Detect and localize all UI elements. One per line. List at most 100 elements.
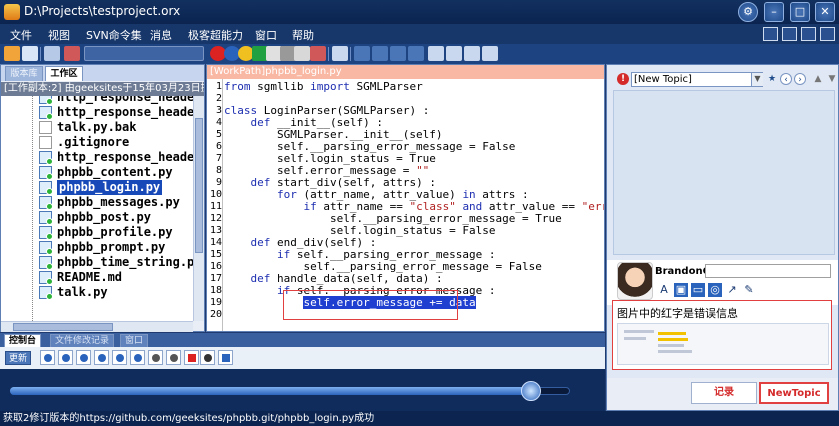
line-number: 15 xyxy=(209,249,222,260)
tree-item[interactable]: phpbb_content.py xyxy=(1,165,193,180)
line-number: 14 xyxy=(209,237,222,248)
zoom-in-icon[interactable] xyxy=(148,350,163,365)
tree-vscroll[interactable] xyxy=(193,96,204,321)
network-icon[interactable] xyxy=(130,350,145,365)
layout-icon[interactable] xyxy=(801,27,816,41)
settings-icon[interactable] xyxy=(482,46,498,61)
menu-file[interactable]: 文件 xyxy=(10,27,32,43)
compose-box[interactable]: 图片中的红字是错误信息 xyxy=(612,300,832,370)
tree-item[interactable]: README.md xyxy=(1,270,193,285)
flag-icon[interactable] xyxy=(184,350,199,365)
tab-file-history[interactable]: 文件修改记录 xyxy=(50,334,115,347)
tree-item[interactable]: talk.py xyxy=(1,285,193,300)
window-icon[interactable] xyxy=(44,46,60,61)
scroll-thumb[interactable] xyxy=(195,118,203,253)
file-name: talk.py xyxy=(57,285,108,299)
update-button[interactable]: 更新 xyxy=(5,351,31,365)
screenshot-icon[interactable]: ◎ xyxy=(708,283,722,297)
app-icon xyxy=(4,4,20,20)
tree-item[interactable]: http_response_header_ xyxy=(1,105,193,120)
file-icon xyxy=(39,241,53,255)
bottom-arrow-icon[interactable] xyxy=(408,46,424,61)
back-icon[interactable]: ‹ xyxy=(780,73,792,85)
tab-workspace[interactable]: 工作区 xyxy=(45,66,83,81)
discussion-panel: ! [New Topic] ▼ ★ ‹ › ▲ ▼ BrandonCo A ▣ … xyxy=(606,64,839,411)
open-icon[interactable] xyxy=(4,46,20,61)
copy-icon[interactable] xyxy=(464,46,480,61)
menu-bar: 文件 视图 SVN命令集 消息 极客超能力 窗口 帮助 xyxy=(0,24,839,44)
tree-item[interactable]: phpbb_post.py xyxy=(1,210,193,225)
top-arrow-icon[interactable] xyxy=(372,46,388,61)
maximize-button[interactable]: □ xyxy=(790,2,810,22)
tree-item[interactable]: phpbb_time_string.py xyxy=(1,255,193,270)
calendar-icon[interactable] xyxy=(218,350,233,365)
tree-item[interactable]: phpbb_login.py xyxy=(1,180,193,195)
down-arrow-icon[interactable] xyxy=(390,46,406,61)
menu-view[interactable]: 视图 xyxy=(48,27,70,43)
close-button[interactable]: ✕ xyxy=(815,2,835,22)
filter-icon[interactable] xyxy=(64,46,80,61)
network-icon[interactable] xyxy=(94,350,109,365)
line-number: 20 xyxy=(209,309,222,320)
network-icon[interactable] xyxy=(112,350,127,365)
file-icon xyxy=(39,136,52,149)
network-icon[interactable] xyxy=(40,350,55,365)
editor-tab[interactable]: [WorkPath]phpbb_login.py xyxy=(207,65,604,79)
topic-select[interactable]: [New Topic] xyxy=(631,72,763,87)
progress-area xyxy=(0,369,605,411)
minimize-button[interactable]: – xyxy=(764,2,784,22)
menu-help[interactable]: 帮助 xyxy=(292,27,314,43)
address-input[interactable] xyxy=(84,46,204,61)
new-topic-button[interactable]: NewTopic xyxy=(759,382,829,404)
tree-item[interactable]: talk.py.bak xyxy=(1,120,193,135)
font-icon[interactable]: A xyxy=(657,283,671,297)
layout-icon[interactable] xyxy=(763,27,778,41)
forward-icon[interactable]: › xyxy=(794,73,806,85)
chevron-down-icon[interactable]: ▼ xyxy=(751,73,763,86)
username-field[interactable] xyxy=(705,264,831,278)
network-icon[interactable] xyxy=(58,350,73,365)
code-icon[interactable]: ▭ xyxy=(691,283,705,297)
grid-icon[interactable] xyxy=(446,46,462,61)
tree-item[interactable]: phpbb_messages.py xyxy=(1,195,193,210)
tree-item[interactable]: http_response_header. xyxy=(1,150,193,165)
menu-geek[interactable]: 极客超能力 xyxy=(188,27,243,43)
refresh-icon[interactable] xyxy=(200,350,215,365)
pin-icon[interactable] xyxy=(310,46,326,61)
network-icon[interactable] xyxy=(76,350,91,365)
scroll-thumb[interactable] xyxy=(13,323,113,331)
search-icon[interactable] xyxy=(22,46,38,61)
record-button[interactable]: 记录 xyxy=(691,382,757,404)
tree-item[interactable]: .gitignore xyxy=(1,135,193,150)
file-name: phpbb_prompt.py xyxy=(57,240,166,254)
tree-item[interactable]: phpbb_prompt.py xyxy=(1,240,193,255)
arrow-up-icon[interactable]: ▲ xyxy=(812,73,824,85)
tree-item[interactable]: phpbb_profile.py xyxy=(1,225,193,240)
menu-window[interactable]: 窗口 xyxy=(255,27,277,43)
file-icon xyxy=(39,286,53,300)
list-icon[interactable] xyxy=(428,46,444,61)
layout-icon[interactable] xyxy=(820,27,835,41)
tree-item[interactable]: http_response_header_ xyxy=(1,96,193,105)
menu-svn[interactable]: SVN命令集 xyxy=(86,27,142,43)
layout-icon[interactable] xyxy=(782,27,797,41)
zoom-icon[interactable] xyxy=(294,46,310,61)
gear-icon[interactable]: ⚙ xyxy=(738,2,758,22)
image-icon[interactable]: ▣ xyxy=(674,283,688,297)
progress-slider[interactable] xyxy=(521,381,541,401)
tab-repository[interactable]: 版本库 xyxy=(5,66,43,81)
zoom-out-icon[interactable] xyxy=(166,350,181,365)
link-icon[interactable]: ✎ xyxy=(742,283,756,297)
panel-icon[interactable] xyxy=(332,46,348,61)
menu-messages[interactable]: 消息 xyxy=(150,27,172,43)
up-arrow-icon[interactable] xyxy=(354,46,370,61)
arrow-down-icon[interactable]: ▼ xyxy=(826,73,838,85)
file-icon xyxy=(39,271,53,285)
tree-hscroll[interactable] xyxy=(1,321,193,332)
file-name: phpbb_login.py xyxy=(57,180,163,195)
pen-icon[interactable]: ↗ xyxy=(725,283,739,297)
star-icon[interactable]: ★ xyxy=(766,73,778,85)
line-number: 1 xyxy=(215,81,222,92)
tab-console[interactable]: 控制台 xyxy=(4,334,42,347)
tab-window[interactable]: 窗口 xyxy=(120,334,149,347)
